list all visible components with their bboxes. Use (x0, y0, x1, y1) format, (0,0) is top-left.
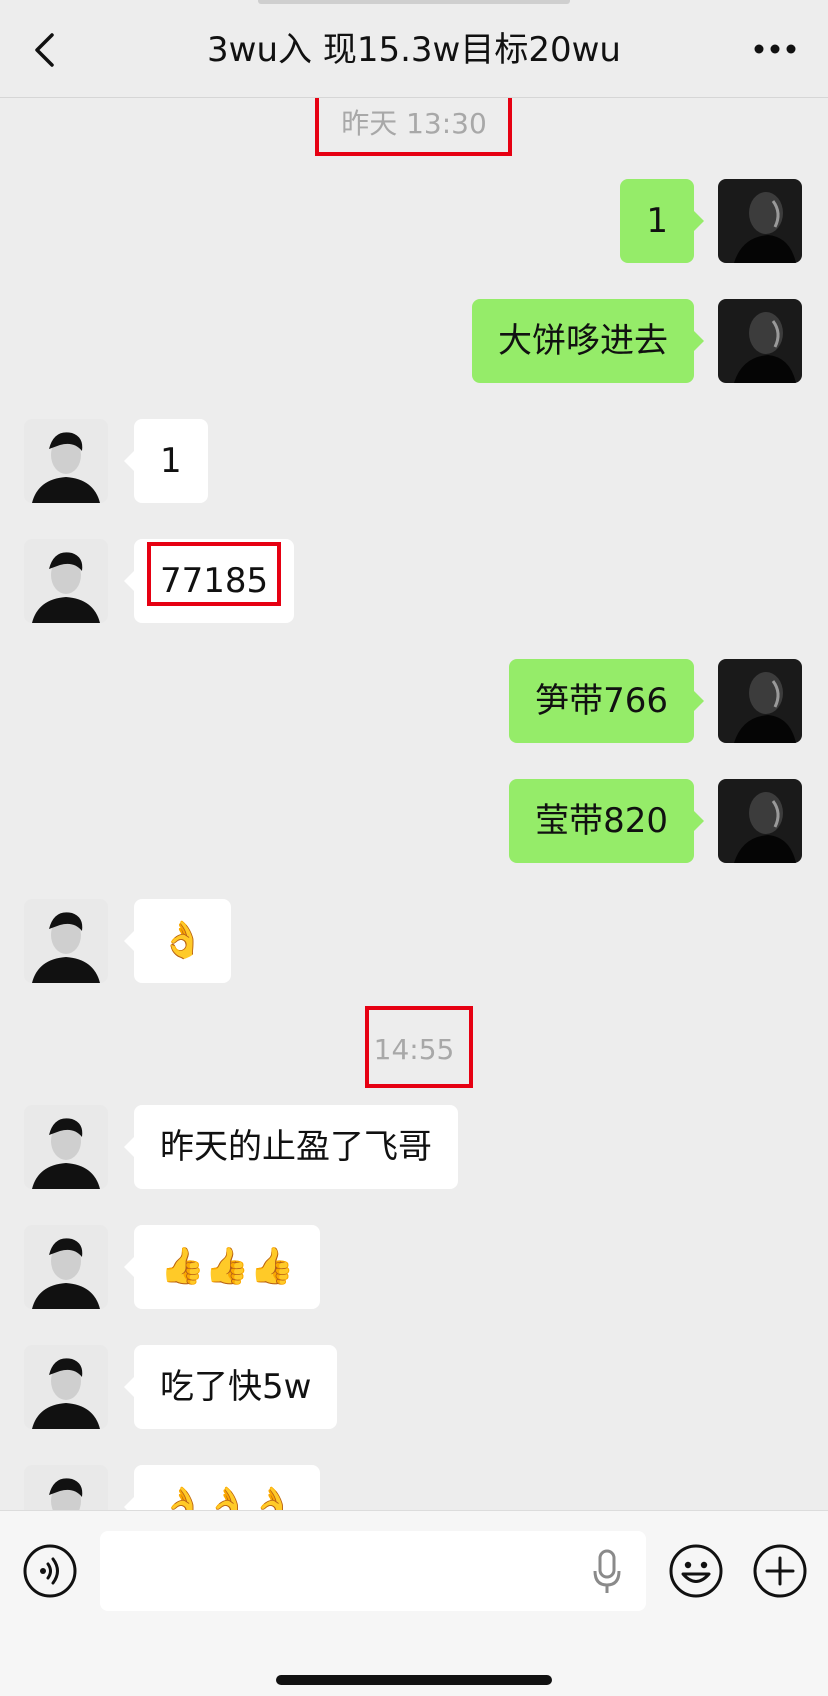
message-bubble-outgoing[interactable]: 莹带820 (509, 779, 704, 863)
mic-icon[interactable] (592, 1549, 622, 1595)
status-notch (258, 0, 570, 4)
person-portrait-icon (24, 1345, 108, 1429)
chat-header: 3wu入 现15.3w目标20wu (0, 0, 828, 98)
person-portrait-icon (24, 539, 108, 623)
contact-avatar[interactable] (24, 899, 108, 983)
contact-avatar[interactable] (24, 539, 108, 623)
message-input[interactable] (100, 1531, 646, 1611)
my-avatar[interactable] (718, 299, 802, 383)
message-bubble-outgoing[interactable]: 1 (620, 179, 704, 263)
contact-avatar[interactable] (24, 1465, 108, 1510)
contact-avatar[interactable] (24, 1105, 108, 1189)
message-bubble-incoming[interactable]: 吃了快5w (123, 1345, 338, 1429)
my-avatar[interactable] (718, 659, 802, 743)
highlight-box (365, 1006, 473, 1088)
person-silhouette-icon (718, 179, 802, 263)
plus-icon[interactable] (752, 1543, 808, 1599)
person-portrait-icon (24, 1225, 108, 1309)
more-dots-icon[interactable] (752, 40, 798, 58)
message-bubble-incoming[interactable]: 👌 (124, 899, 231, 983)
highlight-box (315, 98, 512, 156)
person-portrait-icon (24, 1465, 108, 1510)
highlight-box (147, 542, 281, 606)
person-portrait-icon (24, 419, 108, 503)
message-bubble-outgoing[interactable]: 大饼哆进去 (472, 299, 704, 383)
message-bubble-incoming[interactable]: 昨天的止盈了飞哥 (124, 1105, 458, 1189)
my-avatar[interactable] (718, 179, 802, 263)
person-silhouette-icon (718, 659, 802, 743)
chat-message-list[interactable]: 昨天 13:30 1 大饼哆进去 1 77185 笋带766 莹带820 👌 1… (0, 98, 828, 1510)
person-portrait-icon (24, 1105, 108, 1189)
chevron-left-icon[interactable] (30, 32, 60, 68)
my-avatar[interactable] (718, 779, 802, 863)
contact-avatar[interactable] (24, 419, 108, 503)
chat-input-bar (0, 1510, 828, 1696)
contact-avatar[interactable] (24, 1225, 108, 1309)
person-portrait-icon (24, 899, 108, 983)
home-indicator (276, 1675, 552, 1685)
message-bubble-incoming[interactable]: 👍👍👍 (123, 1225, 321, 1309)
person-silhouette-icon (718, 779, 802, 863)
chat-title: 3wu入 现15.3w目标20wu (207, 30, 621, 70)
message-bubble-incoming[interactable]: 👌👌👌 (123, 1465, 321, 1510)
person-silhouette-icon (718, 299, 802, 383)
voice-icon[interactable] (22, 1543, 78, 1599)
message-bubble-incoming[interactable]: 1 (124, 419, 208, 503)
message-bubble-outgoing[interactable]: 笋带766 (509, 659, 704, 743)
contact-avatar[interactable] (24, 1345, 108, 1429)
emoji-icon[interactable] (668, 1543, 724, 1599)
